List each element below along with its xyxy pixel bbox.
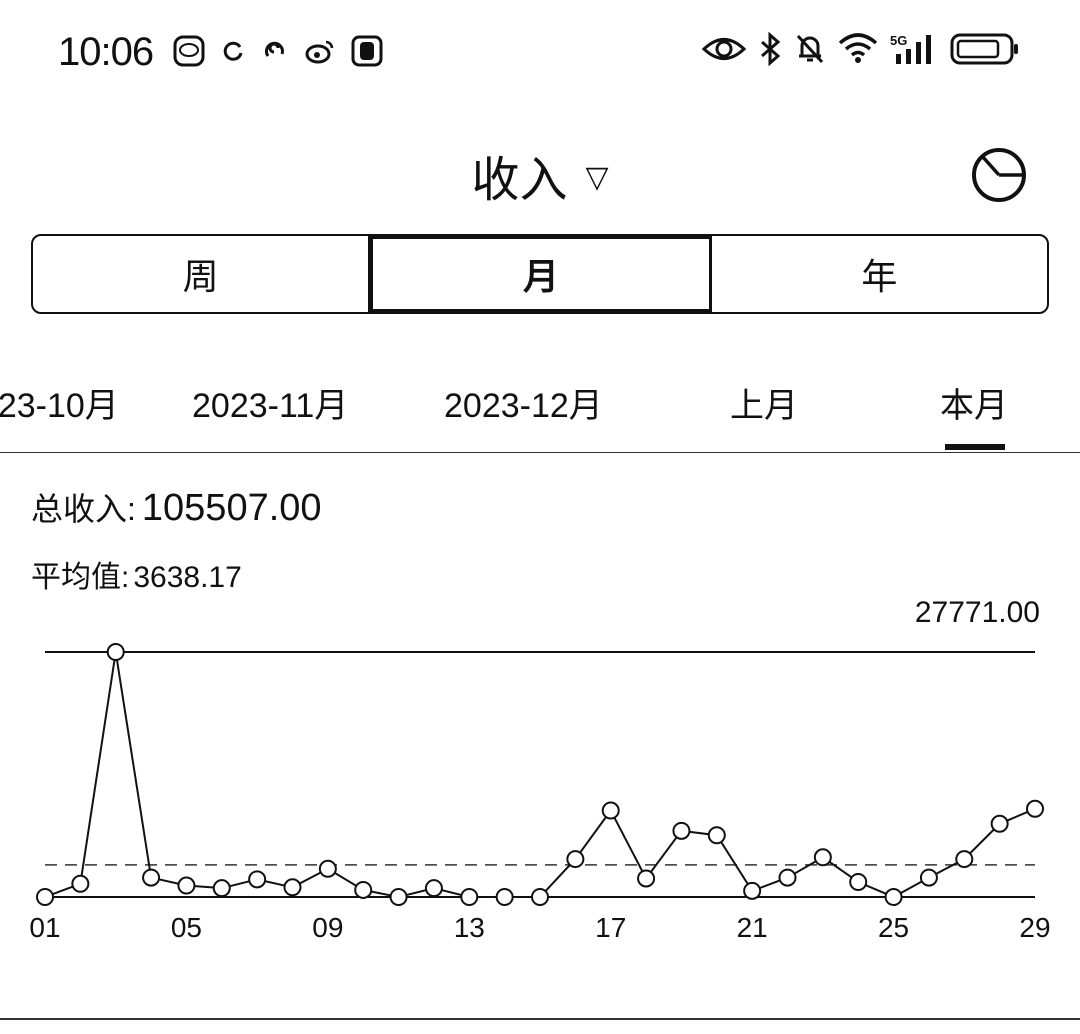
pie-chart-icon[interactable] [970, 146, 1028, 204]
data-point-04 [142, 868, 161, 887]
data-point-21 [743, 881, 762, 900]
eye-icon [702, 34, 746, 64]
period-segmented-control: 周 月 年 [31, 234, 1049, 314]
average-label: 平均值: [31, 561, 130, 594]
x-tick-label-17: 17 [595, 912, 626, 943]
data-point-10 [354, 880, 373, 899]
data-point-28 [990, 814, 1009, 833]
data-point-17 [601, 801, 620, 820]
battery-icon [950, 32, 1020, 66]
x-tick-label-09: 09 [312, 912, 343, 943]
data-point-27 [955, 850, 974, 869]
x-tick-label-21: 21 [737, 912, 768, 943]
active-tab-indicator [945, 444, 1005, 450]
data-point-05 [177, 876, 196, 895]
average-value: 3638.17 [133, 561, 242, 594]
data-point-09 [318, 859, 337, 878]
data-point-03 [106, 643, 125, 661]
header: 收入 ▽ [0, 130, 1080, 210]
data-point-23 [813, 848, 832, 867]
data-point-06 [212, 879, 231, 898]
page-title[interactable]: 收入 [471, 140, 567, 210]
data-point-07 [248, 870, 267, 889]
data-point-20 [707, 826, 726, 845]
data-point-08 [283, 878, 302, 897]
status-bar: 10:06 5G [0, 0, 1080, 100]
tab-this-month[interactable]: 本月 [940, 378, 1008, 427]
data-point-11 [389, 888, 408, 906]
weibo-icon [304, 36, 336, 66]
average-income: 平均值: 3638.17 [31, 552, 242, 596]
x-tick-label-05: 05 [171, 912, 202, 943]
data-point-25 [884, 888, 903, 906]
segment-year[interactable]: 年 [712, 236, 1047, 312]
data-point-22 [778, 868, 797, 887]
notification-icons [172, 34, 384, 68]
sync-icon [220, 38, 246, 64]
tab-2023-12[interactable]: 2023-12月 [444, 378, 603, 427]
total-income-label: 总收入: [31, 491, 136, 527]
data-point-02 [71, 874, 90, 893]
chat-bubble-icon [172, 34, 206, 68]
total-income-value: 105507.00 [141, 487, 322, 529]
x-tick-label-01: 01 [29, 912, 60, 943]
app-badge-icon [350, 34, 384, 68]
x-tick-label-29: 29 [1019, 912, 1050, 943]
data-point-12 [424, 879, 443, 898]
wifi-icon [838, 33, 878, 65]
bottom-divider [0, 1018, 1080, 1020]
data-point-24 [849, 873, 868, 892]
dropdown-caret-icon[interactable]: ▽ [585, 160, 608, 195]
tab-2023-10[interactable]: 2023-10月 [0, 378, 119, 427]
series-line [44, 651, 1036, 899]
income-line-chart: 01 05 09 13 17 21 25 29 [29, 643, 1051, 943]
segment-month[interactable]: 月 [370, 236, 712, 312]
svg-text:5G: 5G [890, 33, 907, 48]
type-selector[interactable]: 收入 ▽ [0, 140, 1080, 210]
data-point-15 [531, 888, 549, 906]
data-point-14 [495, 888, 514, 906]
mute-bell-icon [794, 32, 826, 66]
data-point-26 [919, 868, 938, 887]
data-point-01 [36, 888, 54, 906]
data-point-16 [566, 850, 585, 869]
data-point-29 [1026, 799, 1044, 818]
x-tick-label-25: 25 [878, 912, 909, 943]
data-point-13 [460, 888, 479, 906]
5g-signal-icon: 5G [890, 32, 938, 66]
segment-week[interactable]: 周 [33, 236, 371, 312]
status-time: 10:06 [58, 30, 154, 74]
month-tabs: 2023-10月 2023-11月 2023-12月 上月 本月 [0, 350, 1080, 453]
system-icons: 5G [702, 32, 1020, 66]
swirl-icon [260, 36, 290, 66]
total-income: 总收入: 105507.00 [31, 484, 322, 530]
tab-2023-11[interactable]: 2023-11月 [192, 378, 348, 427]
data-point-18 [637, 869, 656, 888]
tab-last-month[interactable]: 上月 [730, 378, 798, 427]
bluetooth-icon [758, 32, 782, 66]
data-point-19 [672, 821, 691, 840]
x-tick-label-13: 13 [454, 912, 485, 943]
